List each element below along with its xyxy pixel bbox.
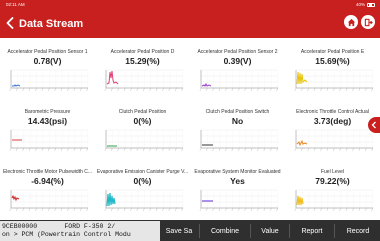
data-item[interactable]: Evaporative Emission Canister Purge V...… — [95, 162, 190, 222]
terminal-line-1: 9CEB00000 FORD F-350 2/ — [2, 223, 116, 230]
data-item[interactable]: Electronic Throttle Motor Pulsewidth C..… — [0, 162, 95, 222]
item-graph — [104, 189, 183, 212]
item-graph — [294, 129, 373, 152]
data-item[interactable]: Electronic Throttle Control Actual 3.73(… — [285, 102, 380, 162]
exit-button[interactable] — [361, 15, 375, 29]
item-name: Barometric Pressure — [24, 109, 71, 115]
data-item[interactable]: Accelerator Pedal Position Sensor 1 0.78… — [0, 42, 95, 102]
item-graph — [9, 189, 88, 212]
value-button[interactable]: Value — [252, 224, 288, 238]
item-graph — [199, 129, 278, 152]
save-sample-button[interactable]: Save Sa — [160, 224, 198, 238]
report-button[interactable]: Report — [291, 224, 333, 238]
item-name: Accelerator Pedal Position Sensor 1 — [7, 49, 88, 55]
item-value: 0.78(V) — [33, 56, 62, 66]
item-value: No — [231, 116, 244, 126]
item-name: Evaporative Emission Canister Purge V... — [96, 169, 189, 175]
terminal-line-2: on > PCM (Powertrain Control Modu — [2, 231, 131, 238]
back-button[interactable] — [5, 16, 15, 30]
combine-button[interactable]: Combine — [201, 224, 249, 238]
item-graph — [294, 189, 373, 212]
data-item[interactable]: Barometric Pressure 14.43(psi) — [0, 102, 95, 162]
battery-percent: 40% — [355, 2, 365, 7]
item-name: Accelerator Pedal Position D — [110, 49, 175, 55]
divider — [199, 224, 200, 238]
home-icon — [347, 18, 355, 26]
item-value: 79.22(%) — [315, 176, 350, 186]
status-time: 02:11 AM — [6, 2, 25, 7]
item-graph — [294, 69, 373, 92]
home-button[interactable] — [344, 15, 358, 29]
chevron-left-icon — [371, 121, 376, 129]
item-name: Clutch Pedal Position Switch — [205, 109, 270, 115]
item-value: -6.94(%) — [31, 176, 64, 186]
divider — [334, 224, 335, 238]
data-item[interactable]: Fuel Level 79.22(%) — [285, 162, 380, 222]
item-value: 0.39(V) — [223, 56, 252, 66]
item-graph — [9, 129, 88, 152]
item-graph — [104, 129, 183, 152]
data-item[interactable]: Evaporative System Monitor Evaluated Yes — [190, 162, 285, 222]
item-value: 3.73(deg) — [313, 116, 352, 126]
item-graph — [199, 69, 278, 92]
item-name: Electronic Throttle Motor Pulsewidth C..… — [2, 169, 93, 175]
item-value: 0(%) — [133, 116, 152, 126]
data-item[interactable]: Accelerator Pedal Position E 15.69(%) — [285, 42, 380, 102]
status-battery: 40% — [356, 2, 375, 7]
app-header: 02:11 AM 40% Data Stream — [0, 0, 380, 38]
item-value: 15.29(%) — [125, 56, 160, 66]
item-name: Electronic Throttle Control Actual — [296, 109, 369, 115]
exit-icon — [364, 18, 373, 26]
divider — [289, 224, 290, 238]
record-button[interactable]: Record — [336, 224, 380, 238]
item-name: Fuel Level — [320, 169, 345, 175]
data-item[interactable]: Accelerator Pedal Position Sensor 2 0.39… — [190, 42, 285, 102]
item-name: Evaporative System Monitor Evaluated — [194, 169, 281, 175]
item-name: Clutch Pedal Position — [118, 109, 167, 115]
battery-icon — [367, 2, 375, 7]
item-graph — [199, 189, 278, 212]
data-item[interactable]: Accelerator Pedal Position D 15.29(%) — [95, 42, 190, 102]
item-value: 15.69(%) — [315, 56, 350, 66]
item-graph — [104, 69, 183, 92]
chevron-left-icon — [6, 17, 14, 29]
item-name: Accelerator Pedal Position Sensor 2 — [197, 49, 278, 55]
data-item[interactable]: Clutch Pedal Position Switch No — [190, 102, 285, 162]
data-item[interactable]: Clutch Pedal Position 0(%) — [95, 102, 190, 162]
page-title: Data Stream — [19, 18, 84, 30]
side-expand-tab[interactable] — [368, 117, 380, 133]
vehicle-info-terminal: 9CEB00000 FORD F-350 2/ on > PCM (Powert… — [0, 221, 160, 241]
item-value: Yes — [230, 176, 245, 186]
divider — [250, 224, 251, 238]
item-graph — [9, 69, 88, 92]
item-value: 14.43(psi) — [27, 116, 68, 126]
item-name: Accelerator Pedal Position E — [300, 49, 365, 55]
item-value: 0(%) — [133, 176, 152, 186]
